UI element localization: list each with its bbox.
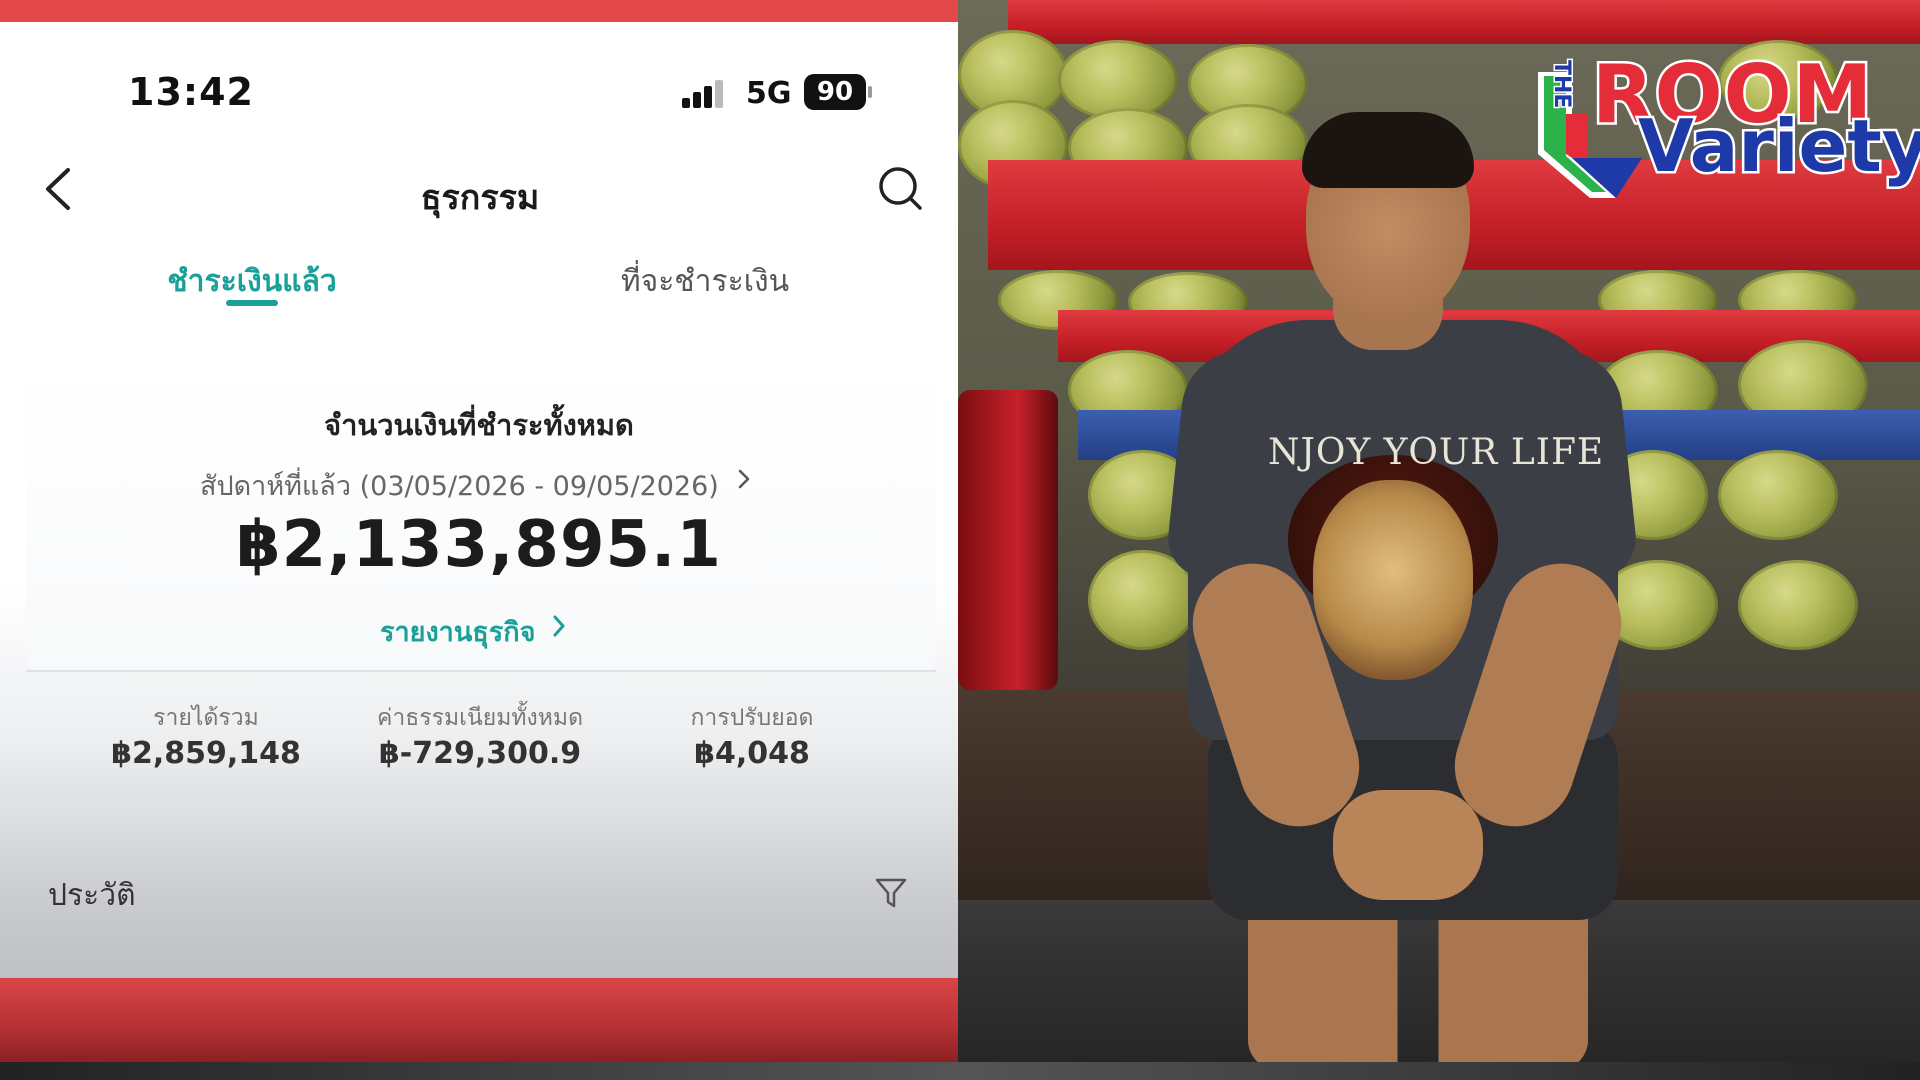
battery-icon: 90: [804, 74, 866, 110]
filter-icon[interactable]: [874, 876, 908, 910]
page-title: ธุรกรรม: [420, 178, 540, 218]
total-amount: ฿2,133,895.1: [236, 508, 722, 582]
logo-variety: Variety: [1636, 102, 1920, 191]
stat-value-fees: ฿-729,300.9: [378, 736, 582, 771]
person-hair: [1302, 112, 1474, 188]
chevron-right-icon[interactable]: [550, 612, 568, 640]
stat-value-adjustment: ฿4,048: [694, 736, 810, 771]
chevron-left-icon[interactable]: [40, 166, 76, 212]
stat-value-revenue: ฿2,859,148: [111, 736, 301, 771]
bottom-strip: [0, 1062, 1920, 1080]
news-thumbnail: 13:42 5G 90 ธุรกรรม ชำระเงินแล้ว ที่จะชำ…: [0, 0, 1920, 1080]
search-icon[interactable]: [876, 164, 924, 212]
chevron-right-icon[interactable]: [736, 466, 752, 492]
tab-pending[interactable]: ที่จะชำระเงิน: [620, 258, 790, 305]
stat-label-adjustment: การปรับยอด: [690, 705, 814, 731]
active-tab-indicator: [226, 300, 278, 306]
shirt-text: NJOY YOUR LIFE: [1268, 432, 1605, 473]
stat-label-revenue: รายได้รวม: [153, 705, 259, 731]
total-paid-label: จำนวนเงินที่ชำระทั้งหมด: [324, 408, 634, 442]
phone-screenshot: 13:42 5G 90 ธุรกรรม ชำระเงินแล้ว ที่จะชำ…: [0, 0, 958, 1062]
shirt-print-face: [1313, 480, 1473, 680]
signal-icon: [682, 78, 730, 108]
durian: [1718, 450, 1838, 540]
truck-taillight: [958, 390, 1058, 690]
durian: [1738, 560, 1858, 650]
business-report-link[interactable]: รายงานธุรกิจ: [380, 610, 535, 653]
red-cloth: [1008, 0, 1920, 44]
person-hands: [1333, 790, 1483, 900]
stat-label-fees: ค่าธรรมเนียมทั้งหมด: [376, 705, 584, 731]
history-heading: ประวัติ: [48, 878, 136, 913]
bottom-red-banner: [0, 978, 958, 1062]
divider: [26, 670, 936, 672]
logo-the: THE: [1548, 59, 1576, 110]
status-time: 13:42: [128, 70, 254, 114]
tab-paid[interactable]: ชำระเงินแล้ว: [160, 258, 344, 305]
network-label: 5G: [746, 76, 792, 111]
battery-tip: [868, 86, 872, 98]
top-red-banner: [0, 0, 958, 22]
period-selector[interactable]: สัปดาห์ที่แล้ว (03/05/2026 - 09/05/2026): [200, 464, 719, 507]
